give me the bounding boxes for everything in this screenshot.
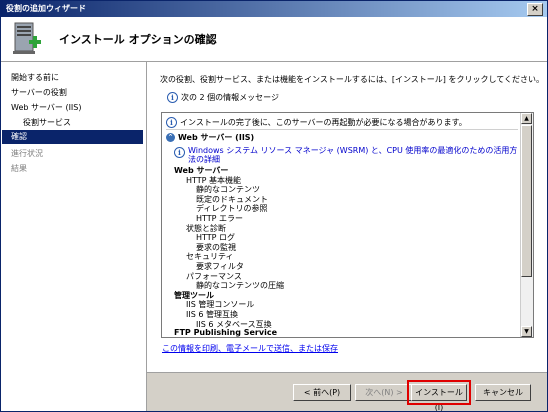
section-title: Web サーバー (IIS): [178, 133, 255, 142]
server-add-icon: [13, 22, 41, 54]
restart-note: i インストールの完了後に、このサーバーの再起動が必要になる場合があります。: [166, 117, 467, 128]
step-role-services[interactable]: 役割サービス: [23, 117, 71, 128]
page-title: インストール オプションの確認: [59, 33, 217, 46]
tree-item: FTP Publishing Service: [174, 328, 278, 338]
step-server-roles[interactable]: サーバーの役割: [11, 87, 67, 98]
section-header[interactable]: ⌃ Web サーバー (IIS): [166, 132, 254, 143]
step-progress: 進行状況: [11, 149, 43, 158]
button-bar: < 前へ(P) 次へ(N) > インストール(I) キャンセル: [147, 372, 547, 411]
info-icon: i: [174, 147, 185, 158]
install-button[interactable]: インストール(I): [407, 380, 471, 411]
header-banner: インストール オプションの確認: [1, 17, 547, 62]
collapse-icon[interactable]: ⌃: [166, 133, 175, 142]
restart-note-text: インストールの完了後に、このサーバーの再起動が必要になる場合があります。: [180, 118, 467, 127]
step-results: 結果: [11, 164, 27, 173]
scroll-thumb[interactable]: [521, 125, 532, 277]
main-panel: 次の役割、役割サービス、または機能をインストールするには、[インストール] をク…: [147, 62, 547, 372]
step-confirmation[interactable]: 確認: [2, 130, 143, 144]
step-before-you-begin[interactable]: 開始する前に: [11, 72, 59, 83]
divider: [166, 129, 518, 130]
window-title: 役割の追加ウィザード: [6, 4, 86, 13]
scroll-down-button[interactable]: ▼: [521, 326, 532, 337]
info-icon: i: [166, 117, 177, 128]
scroll-up-button[interactable]: ▲: [521, 113, 532, 124]
back-button[interactable]: < 前へ(P): [293, 384, 351, 401]
message-count-label: 次の 2 個の情報メッセージ: [181, 93, 280, 102]
message-count: i 次の 2 個の情報メッセージ: [167, 92, 279, 103]
vertical-scrollbar[interactable]: ▲ ▼: [520, 113, 533, 337]
cancel-button[interactable]: キャンセル: [475, 384, 531, 401]
next-button[interactable]: 次へ(N) >: [355, 384, 413, 401]
print-save-link[interactable]: この情報を印刷、電子メールで送信、または保存: [162, 343, 338, 354]
wsrm-row: i Windows システム リソース マネージャ (WSRM) と、CPU 使…: [174, 146, 518, 164]
details-box[interactable]: i インストールの完了後に、このサーバーの再起動が必要になる場合があります。 ⌃ W…: [161, 112, 534, 338]
wsrm-link[interactable]: Windows システム リソース マネージャ (WSRM) と、CPU 使用率…: [187, 146, 518, 164]
wizard-window: 役割の追加ウィザード × インストール オプションの確認 開始する前に サーバー…: [0, 0, 548, 412]
title-bar: 役割の追加ウィザード ×: [1, 1, 547, 17]
intro-text: 次の役割、役割サービス、または機能をインストールするには、[インストール] をク…: [160, 75, 544, 84]
close-button[interactable]: ×: [527, 3, 543, 16]
wizard-steps: 開始する前に サーバーの役割 Web サーバー (IIS) 役割サービス 確認 …: [1, 62, 147, 411]
info-icon: i: [167, 92, 178, 103]
step-web-server[interactable]: Web サーバー (IIS): [11, 102, 82, 113]
